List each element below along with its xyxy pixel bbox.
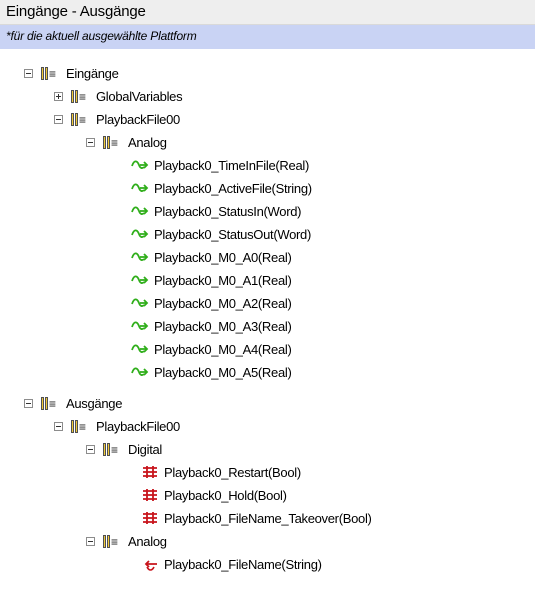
analog-input-icon [131, 229, 149, 238]
variable-folder-icon: ≡ [70, 419, 90, 434]
tree-node-label: PlaybackFile00 [96, 111, 180, 127]
tree-node-label: Analog [128, 533, 167, 549]
collapse-icon[interactable] [86, 444, 95, 454]
tree-node-label: Playback0_StatusIn(Word) [154, 203, 302, 219]
tree-node-label: Digital [128, 441, 163, 457]
collapse-icon[interactable] [24, 68, 33, 78]
tree-node-label: Playback0_FileName(String) [164, 556, 322, 572]
tree-leaf-analog-input[interactable]: Playback0_StatusIn(Word) [131, 200, 302, 222]
collapse-icon[interactable] [86, 536, 95, 546]
tree-leaf-analog-input[interactable]: Playback0_M0_A5(Real) [131, 361, 292, 380]
tree-leaf-digital-output[interactable]: Playback0_FileName_Takeover(Bool) [141, 507, 372, 529]
tree-node-label: Playback0_ActiveFile(String) [154, 180, 312, 196]
tree-node-analog[interactable]: ≡ Analog [86, 530, 167, 552]
analog-input-icon [131, 183, 149, 192]
variable-folder-icon: ≡ [70, 112, 90, 127]
inputs-tree: ≡ Eingänge ≡ GlobalVariables ≡ PlaybackFile00… [0, 60, 535, 380]
variable-folder-icon: ≡ [40, 396, 60, 411]
variable-folder-icon: ≡ [70, 89, 90, 104]
tree-node-label: Playback0_M0_A5(Real) [154, 364, 292, 380]
tree-node-globalvariables[interactable]: ≡ GlobalVariables [54, 85, 183, 107]
tree-leaf-digital-output[interactable]: Playback0_Restart(Bool) [141, 461, 301, 483]
tree-node-ausgaenge[interactable]: ≡ Ausgänge [24, 392, 122, 414]
analog-output-icon [144, 560, 157, 571]
title-bar: Eingänge - Ausgänge [0, 0, 535, 25]
tree-leaf-analog-input[interactable]: Playback0_M0_A3(Real) [131, 315, 292, 337]
collapse-icon[interactable] [86, 137, 95, 147]
analog-input-icon [131, 252, 149, 261]
collapse-icon[interactable] [24, 398, 33, 408]
tree-node-label: Playback0_M0_A2(Real) [154, 295, 292, 311]
platform-hint-bar: *für die aktuell ausgewählte Plattform [0, 25, 535, 49]
tree-node-label: Playback0_M0_A4(Real) [154, 341, 292, 357]
tree-leaf-analog-input[interactable]: Playback0_StatusOut(Word) [131, 223, 311, 245]
analog-input-icon [131, 321, 149, 330]
variable-folder-icon: ≡ [102, 442, 122, 457]
analog-input-icon [131, 298, 149, 307]
tree-node-label: Analog [128, 134, 167, 150]
tree-leaf-analog-input[interactable]: Playback0_M0_A1(Real) [131, 269, 292, 291]
tree-node-playbackfile00[interactable]: ≡ PlaybackFile00 [54, 415, 180, 437]
tree-leaf-analog-input[interactable]: Playback0_ActiveFile(String) [131, 177, 312, 199]
analog-input-icon [131, 367, 149, 376]
tree-leaf-analog-input[interactable]: Playback0_M0_A2(Real) [131, 292, 292, 314]
tree-node-playbackfile00[interactable]: ≡ PlaybackFile00 [54, 108, 180, 130]
variable-folder-icon: ≡ [40, 66, 60, 81]
tree-leaf-digital-output[interactable]: Playback0_Hold(Bool) [141, 484, 287, 506]
tree-node-label: Playback0_TimeInFile(Real) [154, 157, 309, 173]
analog-input-icon [131, 206, 149, 215]
tree-node-label: Eingänge [66, 65, 119, 81]
window-title: Eingänge - Ausgänge [6, 3, 146, 20]
platform-hint: *für die aktuell ausgewählte Plattform [6, 29, 197, 43]
variable-folder-icon: ≡ [102, 534, 122, 549]
tree-node-eingaenge[interactable]: ≡ Eingänge [24, 62, 119, 84]
tree-node-label: PlaybackFile00 [96, 418, 180, 434]
tree-node-label: Playback0_FileName_Takeover(Bool) [164, 510, 372, 526]
tree-node-label: Playback0_M0_A1(Real) [154, 272, 292, 288]
digital-output-icon [143, 466, 157, 478]
tree-node-label: Playback0_Hold(Bool) [164, 487, 287, 503]
tree-node-label: GlobalVariables [96, 88, 183, 104]
variable-folder-icon: ≡ [102, 135, 122, 150]
tree-node-label: Playback0_M0_A0(Real) [154, 249, 292, 265]
expand-icon[interactable] [54, 91, 63, 101]
tree-node-digital[interactable]: ≡ Digital [86, 438, 162, 460]
outputs-tree: ≡ Ausgänge ≡ PlaybackFile00 ≡ Digital Playback… [0, 390, 535, 609]
analog-input-icon [131, 344, 149, 353]
tree-node-label: Playback0_StatusOut(Word) [154, 226, 311, 242]
tree-node-label: Playback0_Restart(Bool) [164, 464, 301, 480]
tree-leaf-analog-output[interactable]: Playback0_FileName(String) [141, 553, 322, 575]
collapse-icon[interactable] [54, 421, 63, 431]
tree-leaf-analog-input[interactable]: Playback0_TimeInFile(Real) [131, 154, 309, 176]
analog-input-icon [131, 160, 149, 169]
tree-node-label: Ausgänge [66, 395, 123, 411]
collapse-icon[interactable] [54, 114, 63, 124]
tree-leaf-analog-input[interactable]: Playback0_M0_A4(Real) [131, 338, 292, 360]
tree-leaf-analog-input[interactable]: Playback0_M0_A0(Real) [131, 246, 292, 268]
analog-input-icon [131, 275, 149, 284]
digital-output-icon [143, 512, 157, 524]
tree-node-label: Playback0_M0_A3(Real) [154, 318, 292, 334]
digital-output-icon [143, 489, 157, 501]
tree-node-analog[interactable]: ≡ Analog [86, 131, 167, 153]
